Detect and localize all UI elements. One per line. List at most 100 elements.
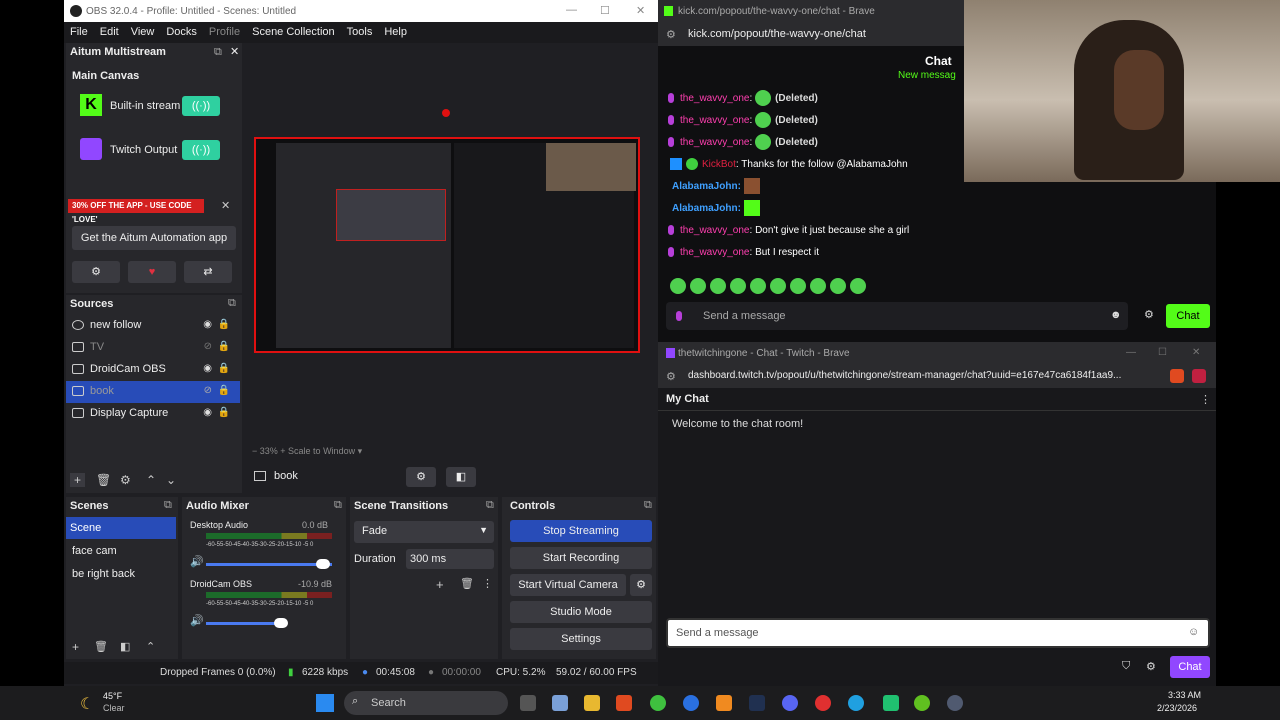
source-item-new-follow[interactable]: new follow ◉ 🔒 [66, 315, 240, 337]
vlc-icon[interactable] [716, 695, 732, 711]
scale-mode[interactable]: Scale to Window [288, 446, 355, 456]
clock-time[interactable]: 3:33 AM [1168, 690, 1201, 700]
get-aitum-app-button[interactable]: Get the Aitum Automation app [72, 226, 236, 250]
float-icon[interactable]: ⧉ [334, 499, 342, 512]
float-icon[interactable]: ⧉ [486, 499, 494, 512]
menu-tools[interactable]: Tools [341, 22, 379, 38]
chat-username[interactable]: the_wavvy_one [680, 137, 750, 148]
brave-rewards-icon[interactable] [1192, 369, 1206, 383]
close-dock-icon[interactable]: ✕ [230, 45, 239, 58]
kick-tab[interactable]: kick.com/popout/the-wavvy-one/chat - Bra… [658, 0, 964, 22]
share-icon[interactable]: ⇄ [184, 261, 232, 283]
remove-transition-icon[interactable]: 🗑 [460, 577, 474, 590]
add-source-icon[interactable]: + [70, 473, 86, 487]
close-icon[interactable]: ✕ [1192, 347, 1200, 358]
scene-filter-icon[interactable]: ◧ [120, 640, 130, 653]
scene-item-brb[interactable]: be right back [72, 568, 135, 580]
emote-icon[interactable] [670, 278, 686, 294]
kick-url[interactable]: kick.com/popout/the-wavvy-one/chat [688, 28, 866, 40]
close-promo-icon[interactable]: ✕ [221, 199, 230, 212]
preview-canvas[interactable] [254, 137, 640, 353]
chat-settings-icon[interactable]: ⚙ [1146, 660, 1156, 673]
emote-icon[interactable] [730, 278, 746, 294]
close-icon[interactable]: ✕ [636, 4, 645, 17]
start-recording-button[interactable]: Start Recording [510, 547, 652, 569]
emote-icon[interactable] [850, 278, 866, 294]
emote-icon[interactable] [770, 278, 786, 294]
twitch-chat-button[interactable]: Chat [1170, 656, 1210, 678]
menu-file[interactable]: File [64, 22, 94, 38]
float-icon[interactable]: ⧉ [644, 499, 652, 512]
menu-scene-collection[interactable]: Scene Collection [246, 22, 341, 38]
new-messages-banner[interactable]: New messag [898, 70, 956, 81]
virtual-camera-settings-icon[interactable]: ⚙ [630, 574, 652, 596]
menu-edit[interactable]: Edit [94, 22, 125, 38]
scene-item-scene[interactable]: Scene [66, 517, 176, 539]
chat-settings-icon[interactable]: ⚙ [1144, 308, 1154, 321]
settings-button[interactable]: Settings [510, 628, 652, 650]
promo-banner[interactable]: 30% OFF THE APP - USE CODE 'LOVE' [68, 199, 204, 224]
file-explorer-icon[interactable] [584, 695, 600, 711]
app-icon[interactable] [914, 695, 930, 711]
add-scene-icon[interactable]: + [72, 640, 79, 654]
volume-slider-handle[interactable] [316, 559, 330, 569]
app-icon[interactable] [848, 695, 864, 711]
taskbar-search[interactable]: ⌕ Search [344, 691, 508, 715]
site-settings-icon[interactable]: ⚙ [666, 370, 676, 383]
float-icon[interactable]: ⧉ [214, 46, 222, 59]
remove-source-icon[interactable]: 🗑 [96, 473, 111, 487]
source-filters-icon[interactable]: ◧ [446, 467, 476, 487]
clock-date[interactable]: 2/23/2026 [1157, 703, 1197, 713]
chat-username[interactable]: the_wavvy_one [680, 93, 750, 104]
source-item-droidcam[interactable]: DroidCam OBS ◉ 🔒 [66, 359, 240, 381]
obs-taskbar-icon[interactable] [947, 695, 963, 711]
heart-icon[interactable]: ♥ [128, 261, 176, 283]
chat-username[interactable]: the_wavvy_one [680, 115, 750, 126]
task-view-icon[interactable] [520, 695, 536, 711]
kick-chat-button[interactable]: Chat [1166, 304, 1210, 328]
zoom-controls[interactable]: − 33% + Scale to Window ▾ [252, 446, 362, 457]
lock-icon[interactable]: 🔒 [218, 319, 230, 330]
app-icon[interactable] [683, 695, 699, 711]
start-virtual-camera-button[interactable]: Start Virtual Camera [510, 574, 626, 596]
source-properties-icon[interactable]: ⚙ [406, 467, 436, 487]
move-up-icon[interactable]: ⌃ [146, 473, 156, 487]
rotate-handle[interactable] [442, 109, 450, 117]
windows-start-icon[interactable] [316, 694, 334, 712]
visibility-eye-icon[interactable]: ◉ [203, 407, 212, 418]
source-settings-icon[interactable]: ⚙ [120, 473, 131, 487]
hidden-eye-icon[interactable]: ⊘ [204, 385, 212, 396]
volume-slider[interactable] [206, 563, 332, 566]
aitum-settings-icon[interactable]: ⚙ [72, 261, 120, 283]
more-icon[interactable]: ⋮ [1200, 393, 1211, 406]
emote-icon[interactable] [830, 278, 846, 294]
kick-message-input[interactable]: Send a message ☻ [666, 302, 1128, 330]
source-item-book[interactable]: book ⊘ 🔒 [66, 381, 240, 403]
source-item-tv[interactable]: TV ⊘ 🔒 [66, 337, 240, 359]
menu-help[interactable]: Help [378, 22, 413, 38]
add-transition-icon[interactable]: + [436, 577, 444, 592]
menu-view[interactable]: View [125, 22, 161, 38]
duration-spinbox[interactable]: 300 ms [406, 549, 494, 569]
menu-docks[interactable]: Docks [160, 22, 203, 38]
app-icon[interactable] [815, 695, 831, 711]
maximize-icon[interactable]: ☐ [1158, 347, 1167, 358]
remove-scene-icon[interactable]: 🗑 [94, 640, 108, 653]
twitch-message-input[interactable]: Send a message ☺ [666, 618, 1210, 648]
twitch-url[interactable]: dashboard.twitch.tv/popout/u/thetwitchin… [688, 370, 1121, 381]
scene-item-face-cam[interactable]: face cam [72, 545, 117, 557]
discord-icon[interactable] [782, 695, 798, 711]
lock-icon[interactable]: 🔒 [218, 407, 230, 418]
source-item-display-capture[interactable]: Display Capture ◉ 🔒 [66, 403, 240, 425]
site-settings-icon[interactable]: ⚙ [666, 28, 676, 41]
lock-icon[interactable]: 🔒 [218, 385, 230, 396]
emote-icon[interactable] [710, 278, 726, 294]
emote-icon[interactable] [690, 278, 706, 294]
brave-icon[interactable] [616, 695, 632, 711]
app-icon[interactable] [552, 695, 568, 711]
emoji-icon[interactable]: ☻ [1110, 309, 1122, 321]
float-icon[interactable]: ⧉ [228, 297, 236, 310]
move-down-icon[interactable]: ⌄ [166, 473, 176, 487]
minimize-icon[interactable]: — [1126, 347, 1136, 358]
emote-icon[interactable] [810, 278, 826, 294]
